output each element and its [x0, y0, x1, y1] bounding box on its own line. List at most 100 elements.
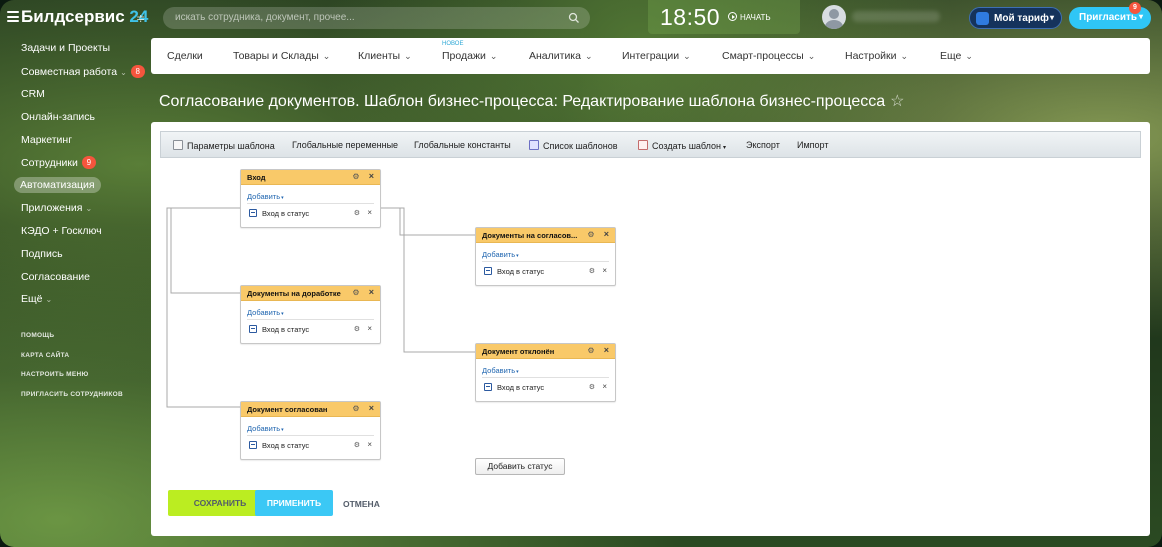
briefcase-icon — [976, 12, 989, 25]
global-vars-button[interactable]: Глобальные переменные — [292, 140, 398, 150]
menu-icon[interactable] — [7, 11, 19, 22]
sidebar-item-tasks[interactable]: Задачи и Проекты — [21, 42, 110, 54]
close-icon[interactable]: × — [369, 172, 374, 181]
sidebar-link-invite[interactable]: ПРИГЛАСИТЬ СОТРУДНИКОВ — [21, 391, 123, 398]
sidebar-item-employees[interactable]: Сотрудники 9 — [21, 156, 96, 169]
add-action-link[interactable]: Добавить▾ — [247, 424, 284, 433]
import-button[interactable]: Импорт — [797, 140, 828, 150]
toolbar-label: Экспорт — [746, 140, 780, 150]
invite-button[interactable]: Пригласить ▾ 9 — [1069, 2, 1151, 29]
status-block[interactable]: Вход ⚙ × Добавить▾ Вход в статус ⚙ × — [240, 169, 381, 228]
nav-item-settings[interactable]: Настройки ⌄ — [845, 50, 908, 62]
sidebar-link-configure-menu[interactable]: НАСТРОИТЬ МЕНЮ — [21, 371, 89, 378]
add-action-link[interactable]: Добавить▾ — [247, 192, 284, 201]
close-icon[interactable]: × — [604, 230, 609, 239]
gear-icon[interactable]: ⚙ — [352, 405, 360, 413]
status-action[interactable]: Вход в статус — [497, 383, 544, 392]
add-action-link[interactable]: Добавить▾ — [482, 250, 519, 259]
global-consts-button[interactable]: Глобальные константы — [414, 140, 511, 150]
status-header[interactable]: Документ согласован ⚙ × — [241, 402, 380, 417]
search-input[interactable]: искать сотрудника, документ, прочее... — [163, 7, 590, 29]
nav-item-smart-processes[interactable]: Смарт-процессы ⌄ — [722, 50, 815, 62]
nav-item-products[interactable]: Товары и Склады ⌄ — [233, 50, 330, 62]
avatar[interactable] — [822, 5, 846, 29]
sidebar-item-apps[interactable]: Приложения ⌄ — [21, 202, 92, 214]
add-status-button[interactable]: Добавить статус — [475, 458, 565, 475]
nav-item-label: Товары и Склады — [233, 50, 319, 62]
create-template-button[interactable]: Создать шаблон ▾ — [638, 140, 726, 151]
sidebar-item-automation[interactable]: Автоматизация — [14, 177, 101, 193]
sidebar-link-help[interactable]: ПОМОЩЬ — [21, 332, 54, 339]
sidebar-item-collab[interactable]: Совместная работа ⌄ 8 — [21, 65, 145, 78]
gear-icon[interactable]: ⚙ — [587, 231, 595, 239]
user-name-hidden[interactable] — [852, 11, 940, 22]
search-icon[interactable] — [568, 12, 580, 24]
nav-item-sales[interactable]: Продажи ⌄ — [442, 50, 497, 62]
sidebar-item-crm[interactable]: CRM — [21, 88, 45, 100]
logo[interactable]: Билдсервис 24 — [21, 7, 148, 27]
start-workday-button[interactable]: НАЧАТЬ — [728, 12, 771, 22]
work-day-widget[interactable]: 18:50 НАЧАТЬ — [648, 0, 800, 34]
status-action[interactable]: Вход в статус — [262, 441, 309, 450]
template-params-button[interactable]: Параметры шаблона — [173, 140, 275, 151]
toolbar-label: Импорт — [797, 140, 829, 150]
close-icon[interactable]: × — [604, 346, 609, 355]
sidebar-item-approval[interactable]: Согласование — [21, 271, 90, 283]
gear-icon[interactable]: ⚙ — [354, 441, 360, 449]
close-icon[interactable]: × — [602, 382, 607, 391]
nav-item-analytics[interactable]: Аналитика ⌄ — [529, 50, 593, 62]
new-doc-icon — [638, 140, 648, 150]
status-header[interactable]: Вход ⚙ × — [241, 170, 380, 185]
chevron-down-icon: ⌄ — [120, 68, 127, 77]
connector-line — [170, 207, 240, 294]
sidebar-item-booking[interactable]: Онлайн-запись — [21, 111, 95, 123]
star-icon[interactable]: ☆ — [890, 93, 904, 110]
sidebar-link-sitemap[interactable]: КАРТА САЙТА — [21, 352, 69, 359]
gear-icon[interactable]: ⚙ — [352, 173, 360, 181]
close-icon[interactable]: × — [369, 404, 374, 413]
status-block[interactable]: Документы на согласов... ⚙ × Добавить▾ В… — [475, 227, 616, 286]
gear-icon[interactable]: ⚙ — [589, 383, 595, 391]
status-block[interactable]: Документ отклонён ⚙ × Добавить▾ Вход в с… — [475, 343, 616, 402]
status-header[interactable]: Документы на доработке ⚙ × — [241, 286, 380, 301]
export-button[interactable]: Экспорт — [746, 140, 780, 150]
add-action-link[interactable]: Добавить▾ — [247, 308, 284, 317]
add-action-link[interactable]: Добавить▾ — [482, 366, 519, 375]
close-icon[interactable]: × — [367, 208, 372, 217]
sidebar-item-marketing[interactable]: Маркетинг — [21, 134, 72, 146]
play-icon — [728, 12, 737, 21]
gear-icon[interactable]: ⚙ — [354, 209, 360, 217]
gear-icon[interactable]: ⚙ — [354, 325, 360, 333]
status-action[interactable]: Вход в статус — [262, 325, 309, 334]
status-block[interactable]: Документ согласован ⚙ × Добавить▾ Вход в… — [240, 401, 381, 460]
apply-button[interactable]: ПРИМЕНИТЬ — [255, 490, 333, 516]
toolbar-label: Глобальные переменные — [292, 140, 399, 150]
pin-icon[interactable]: ≑ — [136, 12, 145, 25]
close-icon[interactable]: × — [369, 288, 374, 297]
status-action[interactable]: Вход в статус — [497, 267, 544, 276]
template-list-button[interactable]: Список шаблонов — [529, 140, 618, 151]
cancel-button[interactable]: ОТМЕНА — [343, 499, 380, 509]
gear-icon[interactable]: ⚙ — [589, 267, 595, 275]
chevron-down-icon: ▾ — [1049, 13, 1054, 22]
status-header[interactable]: Документ отклонён ⚙ × — [476, 344, 615, 359]
close-icon[interactable]: × — [367, 324, 372, 333]
sidebar-item-more[interactable]: Ещё ⌄ — [21, 293, 52, 305]
status-header[interactable]: Документы на согласов... ⚙ × — [476, 228, 615, 243]
tariff-button[interactable]: Мой тариф ▾ — [969, 7, 1062, 29]
close-icon[interactable]: × — [602, 266, 607, 275]
divider — [482, 261, 609, 262]
status-block[interactable]: Документы на доработке ⚙ × Добавить▾ Вхо… — [240, 285, 381, 344]
status-action[interactable]: Вход в статус — [262, 209, 309, 218]
nav-item-clients[interactable]: Клиенты ⌄ — [358, 50, 412, 62]
nav-item-deals[interactable]: Сделки — [167, 50, 203, 62]
chevron-down-icon: ⌄ — [404, 51, 412, 61]
close-icon[interactable]: × — [367, 440, 372, 449]
gear-icon[interactable]: ⚙ — [352, 289, 360, 297]
nav-item-more[interactable]: Еще ⌄ — [940, 50, 973, 62]
chevron-down-icon: ⌄ — [322, 51, 331, 61]
nav-item-integrations[interactable]: Интеграции ⌄ — [622, 50, 691, 62]
sidebar-item-kedo[interactable]: КЭДО + Госключ — [21, 225, 102, 237]
gear-icon[interactable]: ⚙ — [587, 347, 595, 355]
sidebar-item-sign[interactable]: Подпись — [21, 248, 63, 260]
